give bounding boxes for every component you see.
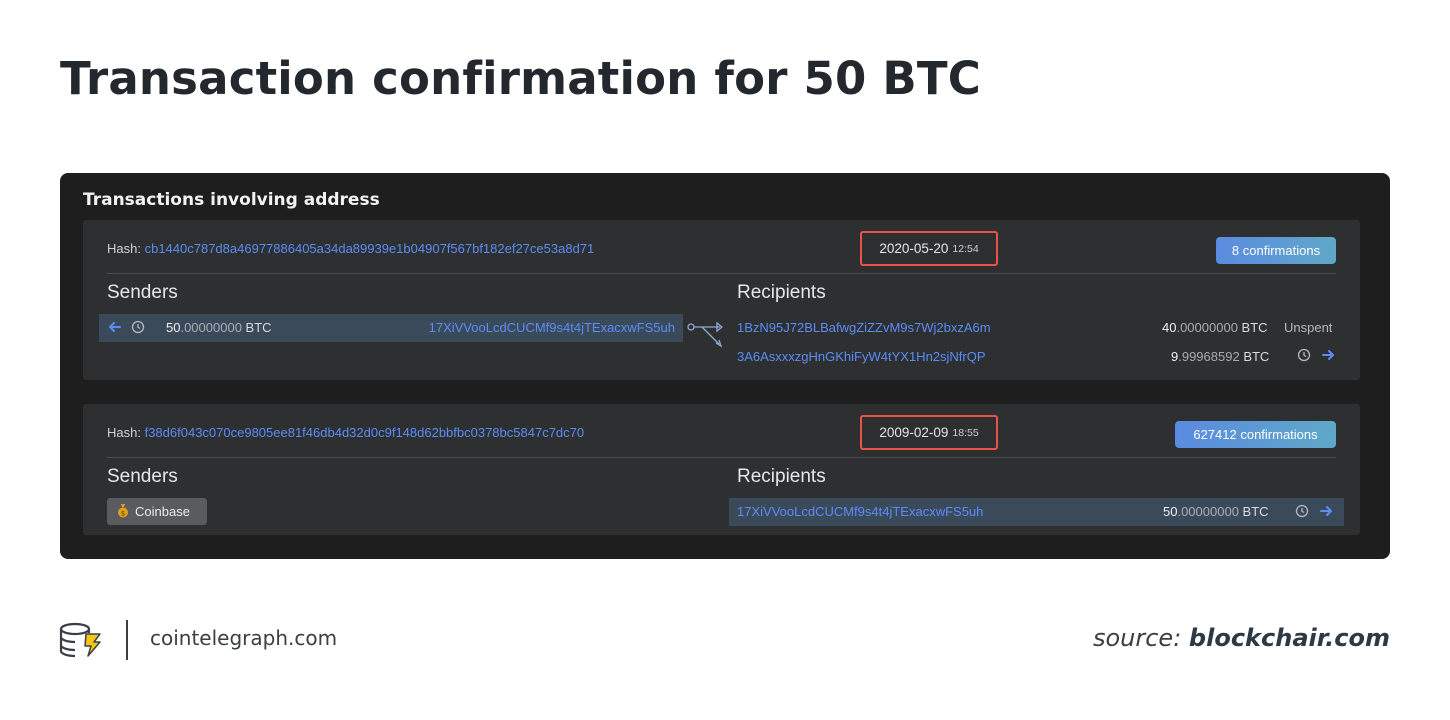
recipient-address-link[interactable]: 1BzN95J72BLBafwgZiZZvM9s7Wj2bxzA6m xyxy=(737,320,991,335)
divider xyxy=(107,273,1336,274)
hash-link[interactable]: f38d6f043c070ce9805ee81f46db4d32d0c9f148… xyxy=(145,425,585,440)
sender-address-link[interactable]: 17XiVVooLcdCUCMf9s4t4jTExacxwFS5uh xyxy=(429,320,675,335)
transactions-panel: Transactions involving address Hash: cb1… xyxy=(60,173,1390,559)
transaction-card: Hash: cb1440c787d8a46977886405a34da89939… xyxy=(83,220,1360,380)
recipient-row: 17XiVVooLcdCUCMf9s4t4jTExacxwFS5uh 50.00… xyxy=(729,498,1344,526)
clock-icon xyxy=(1295,504,1309,521)
transaction-card: Hash: f38d6f043c070ce9805ee81f46db4d32d0… xyxy=(83,404,1360,535)
arrow-left-icon[interactable] xyxy=(108,320,122,337)
hash-row: Hash: cb1440c787d8a46977886405a34da89939… xyxy=(107,241,594,256)
money-bag-icon: $ xyxy=(117,503,129,521)
date-highlight: 2009-02-09 18:55 xyxy=(860,415,998,450)
tx-date: 2009-02-09 xyxy=(879,425,949,440)
coinbase-badge[interactable]: $ Coinbase xyxy=(107,498,207,525)
sender-amount: 50.00000000 BTC xyxy=(166,320,272,335)
hash-link[interactable]: cb1440c787d8a46977886405a34da89939e1b049… xyxy=(145,241,595,256)
coinbase-label: Coinbase xyxy=(135,504,190,519)
recipient-amount: 9.99968592 BTC xyxy=(1171,349,1270,364)
recipient-address-link[interactable]: 17XiVVooLcdCUCMf9s4t4jTExacxwFS5uh xyxy=(737,504,983,519)
recipients-heading: Recipients xyxy=(737,282,826,303)
tx-date: 2020-05-20 xyxy=(879,241,949,256)
unspent-status: Unspent xyxy=(1284,320,1333,335)
footer-site: cointelegraph.com xyxy=(150,626,338,650)
sender-row: 50.00000000 BTC 17XiVVooLcdCUCMf9s4t4jTE… xyxy=(99,314,683,342)
senders-heading: Senders xyxy=(107,282,178,303)
recipient-amount: 40.00000000 BTC xyxy=(1162,320,1268,335)
clock-icon xyxy=(131,320,145,337)
clock-icon xyxy=(1297,348,1311,367)
hash-label: Hash: xyxy=(107,425,141,440)
recipient-address-link[interactable]: 3A6AsxxxzgHnGKhiFyW4tYX1Hn2sjNfrQP xyxy=(737,349,986,364)
tx-time: 18:55 xyxy=(952,426,979,439)
senders-heading: Senders xyxy=(107,466,178,487)
hash-label: Hash: xyxy=(107,241,141,256)
page-title: Transaction confirmation for 50 BTC xyxy=(60,52,982,105)
footer-separator xyxy=(126,620,128,660)
panel-title: Transactions involving address xyxy=(83,190,380,210)
footer-source: source: blockchair.com xyxy=(1092,624,1390,652)
arrow-right-icon[interactable] xyxy=(1321,348,1335,367)
cointelegraph-logo-icon xyxy=(58,620,104,665)
recipient-amount: 50.00000000 BTC xyxy=(1163,504,1269,519)
hash-row: Hash: f38d6f043c070ce9805ee81f46db4d32d0… xyxy=(107,425,584,440)
tx-time: 12:54 xyxy=(952,242,979,255)
date-highlight: 2020-05-20 12:54 xyxy=(860,231,998,266)
confirmations-badge: 8 confirmations xyxy=(1216,237,1336,264)
svg-text:$: $ xyxy=(121,509,125,517)
confirmations-badge: 627412 confirmations xyxy=(1175,421,1336,448)
recipients-heading: Recipients xyxy=(737,466,826,487)
arrow-right-icon[interactable] xyxy=(1319,504,1333,521)
divider xyxy=(107,457,1336,458)
flow-split-icon xyxy=(685,316,729,355)
